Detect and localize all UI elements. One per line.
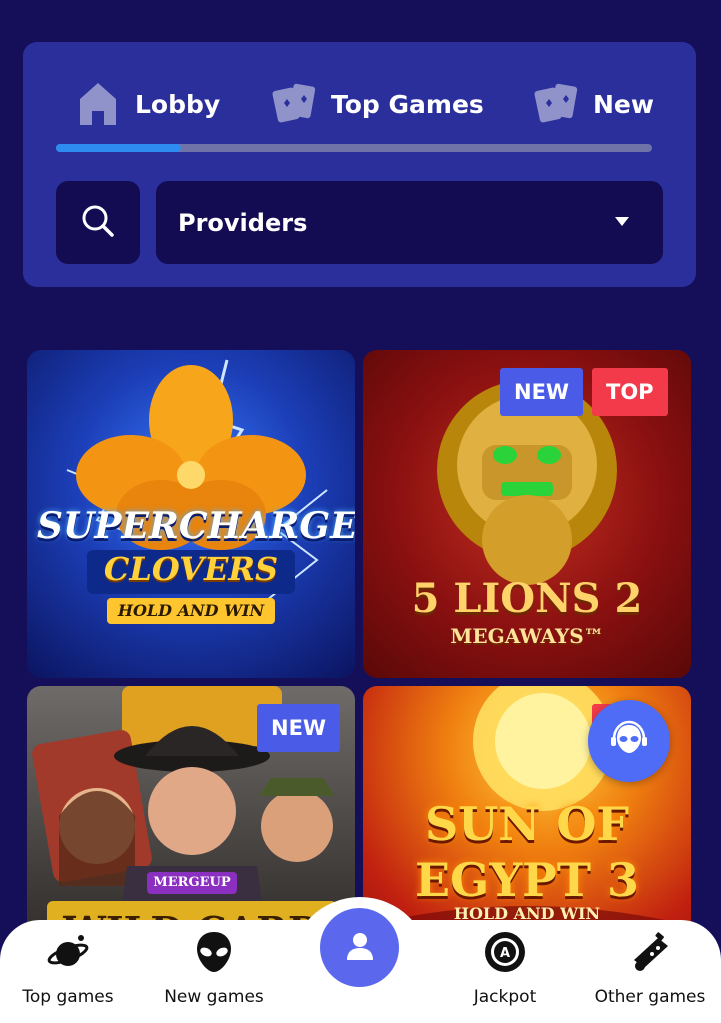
game-subtitle: MEGAWAYS™ [450, 624, 604, 648]
nav-jackpot[interactable]: A Jackpot [445, 930, 565, 1007]
tab-lobby[interactable]: Lobby [75, 80, 220, 128]
top-badge: TOP [592, 368, 668, 416]
new-badge: NEW [500, 368, 584, 416]
home-icon [75, 81, 121, 127]
chip-icon: A [483, 930, 527, 974]
category-tabs: Lobby Top Games New [23, 42, 653, 182]
game-tile-supercharged-clovers[interactable]: SUPERCHARGED CLOVERS HOLD AND WIN [27, 350, 355, 678]
game-tile-5-lions-2[interactable]: NEW TOP 5 LIONS 2 MEGAWAYS™ [363, 350, 691, 678]
profile-button[interactable] [320, 908, 399, 987]
tab-label: Top Games [331, 89, 484, 119]
cards-icon [533, 81, 579, 127]
tab-top-games[interactable]: Top Games [271, 80, 484, 128]
nav-top-games[interactable]: Top games [8, 930, 128, 1007]
headset-alien-icon [609, 719, 649, 763]
gamepad-icon [628, 930, 672, 974]
nav-other-games[interactable]: Other games [590, 930, 710, 1007]
search-button[interactable] [56, 181, 140, 264]
support-chat-button[interactable] [588, 700, 670, 782]
cards-icon [271, 81, 317, 127]
nav-label: Jackpot [473, 987, 537, 1007]
tab-label: New [593, 89, 653, 119]
game-title: SUN OF EGYPT 3 [414, 797, 640, 907]
nav-new-games[interactable]: New games [154, 930, 274, 1007]
nav-label: Top games [22, 987, 114, 1007]
tabs-scroll-indicator [56, 144, 182, 152]
search-icon [80, 203, 116, 243]
tab-new-games[interactable]: New [533, 80, 653, 128]
tabs-scroll-track [56, 144, 652, 152]
game-brand: MERGEUP [153, 875, 231, 890]
svg-text:A: A [500, 946, 510, 961]
game-tagline: HOLD AND WIN [107, 598, 275, 624]
new-badge: NEW [257, 704, 341, 752]
chevron-down-icon [615, 217, 629, 226]
alien-icon [192, 930, 236, 974]
game-title: 5 LIONS 2 [411, 575, 643, 622]
game-title: SUPERCHARGED [37, 505, 355, 547]
top-filter-card: Lobby Top Games New Providers [23, 42, 696, 287]
tab-label: Lobby [135, 89, 221, 119]
game-subtitle: CLOVERS [87, 550, 295, 594]
user-icon [343, 929, 377, 967]
providers-label: Providers [178, 208, 308, 237]
planet-icon [46, 930, 90, 974]
nav-label: Other games [594, 987, 706, 1007]
nav-label: New games [164, 987, 264, 1007]
providers-dropdown[interactable]: Providers [156, 181, 663, 264]
